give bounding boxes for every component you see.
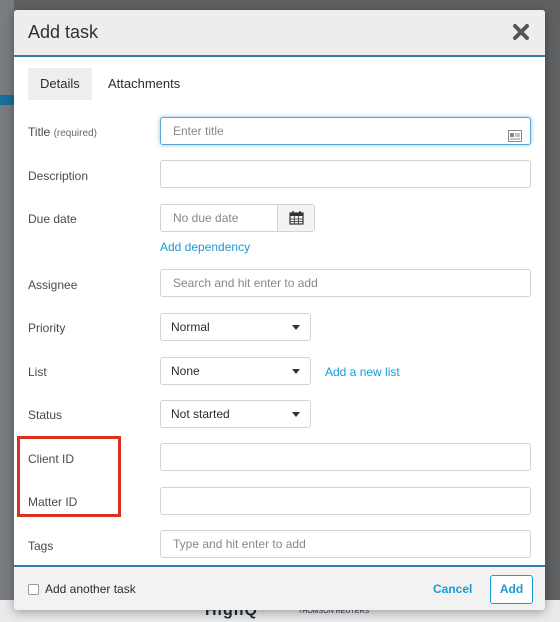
priority-value: Normal: [171, 320, 210, 334]
priority-label: Priority: [28, 321, 66, 335]
list-value: None: [171, 364, 200, 378]
dialog-title: Add task: [28, 22, 99, 42]
calendar-icon[interactable]: [277, 205, 314, 231]
chevron-down-icon: [292, 369, 300, 374]
description-label: Description: [28, 169, 89, 183]
close-icon[interactable]: [511, 22, 531, 42]
priority-select[interactable]: Normal: [160, 313, 311, 341]
dialog-footer: Add another task Cancel Add: [14, 565, 545, 610]
input-card-icon: [508, 125, 522, 151]
add-another-checkbox[interactable]: [28, 584, 39, 595]
client-id-input[interactable]: [160, 443, 531, 471]
add-another-label[interactable]: Add another task: [45, 582, 136, 596]
cancel-button[interactable]: Cancel: [433, 582, 472, 596]
tab-attachments[interactable]: Attachments: [96, 68, 192, 100]
add-button[interactable]: Add: [490, 575, 533, 604]
due-date-input[interactable]: No due date: [160, 204, 315, 232]
description-input[interactable]: [160, 160, 531, 188]
background-accent: [0, 95, 14, 105]
title-label-text: Title: [28, 125, 51, 139]
annotation-highlight-box: [17, 436, 121, 517]
tags-label: Tags: [28, 539, 54, 553]
status-label: Status: [28, 408, 63, 422]
status-select[interactable]: Not started: [160, 400, 311, 428]
list-select[interactable]: None: [160, 357, 311, 385]
status-value: Not started: [171, 407, 230, 421]
title-input[interactable]: Enter title: [160, 117, 531, 145]
matter-id-input[interactable]: [160, 487, 531, 515]
due-date-placeholder: No due date: [173, 211, 239, 225]
chevron-down-icon: [292, 325, 300, 330]
tags-input[interactable]: Type and hit enter to add: [160, 530, 531, 558]
dialog-header: Add task: [14, 10, 545, 57]
title-required-note: (required): [53, 128, 97, 139]
tags-placeholder: Type and hit enter to add: [173, 537, 306, 551]
assignee-placeholder: Search and hit enter to add: [173, 276, 318, 290]
due-date-label: Due date: [28, 212, 77, 226]
list-label: List: [28, 365, 47, 379]
title-label: Title (required): [28, 125, 97, 139]
assignee-input[interactable]: Search and hit enter to add: [160, 269, 531, 297]
background-app-edge: [0, 0, 14, 622]
tab-details[interactable]: Details: [28, 68, 92, 100]
add-task-dialog: Add task Details Attachments Title (requ…: [14, 10, 545, 610]
assignee-label: Assignee: [28, 278, 78, 292]
add-dependency-link[interactable]: Add dependency: [160, 240, 250, 254]
add-new-list-link[interactable]: Add a new list: [325, 365, 400, 379]
title-placeholder: Enter title: [173, 124, 224, 138]
chevron-down-icon: [292, 412, 300, 417]
